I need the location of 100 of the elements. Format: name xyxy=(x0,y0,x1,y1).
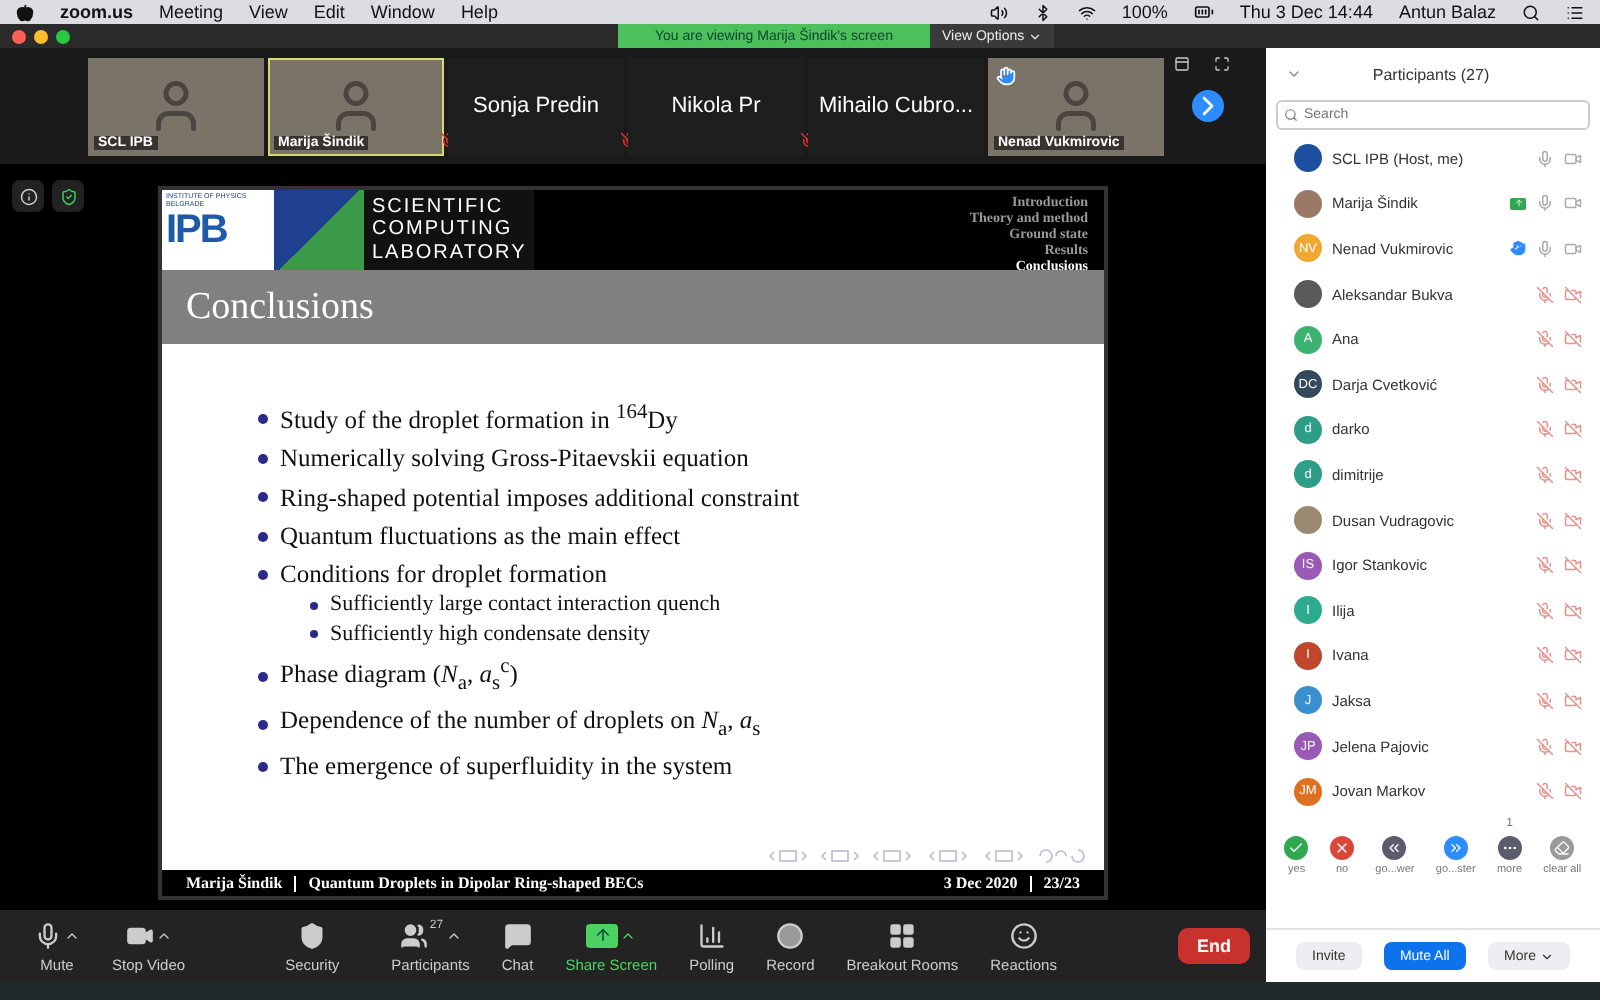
camera-icon[interactable] xyxy=(1564,194,1582,213)
name-tile[interactable]: Mihailo Cubro... xyxy=(808,57,984,155)
muted-mic-icon[interactable] xyxy=(1536,285,1554,304)
bullet-text: Sufficiently high condensate density xyxy=(330,619,651,648)
menu-item[interactable]: View xyxy=(249,2,288,22)
collapse-icon[interactable] xyxy=(1286,66,1302,82)
camera-off-icon[interactable] xyxy=(1564,556,1582,575)
bullet-icon xyxy=(258,719,268,730)
end-button[interactable]: End xyxy=(1178,928,1250,964)
bullet-icon xyxy=(258,454,268,465)
muted-mic-icon[interactable] xyxy=(1536,601,1554,620)
bullet-icon xyxy=(258,569,268,580)
microphone-icon xyxy=(34,921,62,949)
clock: Thu 3 Dec 14:44 xyxy=(1239,2,1373,22)
caret-icon xyxy=(1028,29,1043,43)
camera-off-icon[interactable] xyxy=(1564,330,1582,349)
lab-logo-drawing xyxy=(274,190,364,270)
muted-mic-icon[interactable] xyxy=(1536,556,1554,575)
bar-chart-icon xyxy=(697,921,726,949)
close-light[interactable] xyxy=(12,29,26,43)
bullet-text: Sufficiently large contact interaction quench xyxy=(330,590,721,620)
menu-item[interactable]: Meeting xyxy=(159,2,224,22)
info-icon[interactable] xyxy=(12,180,44,212)
muted-mic-icon[interactable] xyxy=(1536,375,1554,394)
camera-off-icon[interactable] xyxy=(1564,601,1582,620)
camera-icon[interactable] xyxy=(1564,149,1582,168)
app-menu[interactable]: zoom.us xyxy=(60,2,134,22)
muted-mic-icon[interactable] xyxy=(1536,465,1554,484)
volume-icon[interactable] xyxy=(989,3,1008,21)
bullet-icon xyxy=(310,601,318,610)
bluetooth-icon[interactable] xyxy=(1033,3,1052,21)
record-icon xyxy=(776,921,805,949)
camera-off-icon[interactable] xyxy=(1564,465,1582,484)
layout-icon[interactable] xyxy=(1174,56,1190,72)
grid-icon xyxy=(888,921,917,949)
bullet-text: Study of the droplet formation in $^{164}$Dy xyxy=(280,400,678,437)
tile-name: Mihailo Cubro... xyxy=(818,94,974,118)
list-icon[interactable] xyxy=(1566,3,1584,21)
tile-name: Sonja Predin xyxy=(473,94,599,118)
footer-author: Marija Šindik xyxy=(186,874,283,892)
user-name[interactable]: Antun Balaz xyxy=(1398,2,1496,22)
navigation-symbols-drawing[interactable] xyxy=(768,848,1088,864)
wifi-icon[interactable] xyxy=(1077,3,1096,21)
page-number: 23/23 xyxy=(1043,874,1080,892)
muted-mic-icon[interactable] xyxy=(1536,330,1554,349)
bullet-text: Numerically solving Gross-Pitaevskii equation xyxy=(280,442,749,476)
camera-off-icon[interactable] xyxy=(1564,646,1582,665)
muted-mic-icon[interactable] xyxy=(1536,420,1554,439)
battery-icon[interactable] xyxy=(1193,2,1214,22)
zoom-light[interactable] xyxy=(56,29,70,43)
muted-mic-icon[interactable] xyxy=(1536,782,1554,801)
search-icon[interactable] xyxy=(1522,3,1540,21)
camera-off-icon[interactable] xyxy=(1564,782,1582,801)
camera-off-icon[interactable] xyxy=(1564,691,1582,710)
muted-mic-icon[interactable] xyxy=(1536,511,1554,530)
share-screen-icon xyxy=(586,923,619,947)
lab-name: SCIENTIFIC xyxy=(372,195,506,219)
fullscreen-icon[interactable] xyxy=(1214,56,1230,72)
panel-title: Participants (27) xyxy=(1370,65,1492,83)
next-page-icon[interactable] xyxy=(1192,90,1224,122)
bullet-text: Ring-shaped potential imposes additional constraint xyxy=(280,481,800,514)
tile-name: Nikola Pr xyxy=(671,94,761,118)
people-icon xyxy=(399,921,428,949)
menu-item[interactable]: Edit xyxy=(313,2,345,22)
battery-percent: 100% xyxy=(1121,2,1168,22)
minimize-light[interactable] xyxy=(34,29,48,43)
muted-mic-icon[interactable] xyxy=(1536,737,1554,756)
chat-bubble-icon xyxy=(503,921,532,949)
bullet-text: Quantum fluctuations as the main effect xyxy=(280,519,681,553)
camera-off-icon[interactable] xyxy=(1564,420,1582,439)
bullet-text: Dependence of the number of droplets on N$_{a}$, a$_{s}$ xyxy=(280,704,761,745)
slide-title: Conclusions xyxy=(162,270,1104,344)
bullet-icon xyxy=(310,629,318,638)
camera-off-icon[interactable] xyxy=(1564,737,1582,756)
bullet-icon xyxy=(258,531,268,542)
lab-name: LABORATORY xyxy=(372,241,527,265)
camera-off-icon[interactable] xyxy=(1564,375,1582,394)
smiley-icon xyxy=(1009,921,1038,949)
name-tile[interactable]: Sonja Predin xyxy=(448,57,624,155)
camera-off-icon[interactable] xyxy=(1564,511,1582,530)
footer-title: Quantum Droplets in Dipolar Ring-shaped BECs xyxy=(308,874,644,892)
microphone-icon[interactable] xyxy=(1536,239,1554,258)
muted-mic-icon[interactable] xyxy=(1536,646,1554,665)
shield-icon[interactable] xyxy=(52,180,84,212)
menu-item[interactable]: Window xyxy=(370,2,435,22)
bullet-icon xyxy=(258,761,268,772)
microphone-icon[interactable] xyxy=(1536,149,1554,168)
lab-name: COMPUTING xyxy=(372,218,515,242)
caret-icon xyxy=(1540,949,1554,963)
shield-icon xyxy=(298,921,327,949)
microphone-icon[interactable] xyxy=(1536,194,1554,213)
bullet-text: Phase diagram (N$_{a}$, a$_{s}$$^{c}$) xyxy=(280,654,518,699)
apple-icon[interactable] xyxy=(16,3,34,21)
bullet-text: The emergence of superfluidity in the system xyxy=(280,750,733,783)
camera-off-icon[interactable] xyxy=(1564,285,1582,304)
name-tile[interactable]: Nikola Pr xyxy=(628,57,804,155)
camera-icon[interactable] xyxy=(1564,239,1582,258)
bullet-icon xyxy=(258,671,268,682)
menu-item[interactable]: Help xyxy=(460,2,498,22)
muted-mic-icon[interactable] xyxy=(1536,691,1554,710)
